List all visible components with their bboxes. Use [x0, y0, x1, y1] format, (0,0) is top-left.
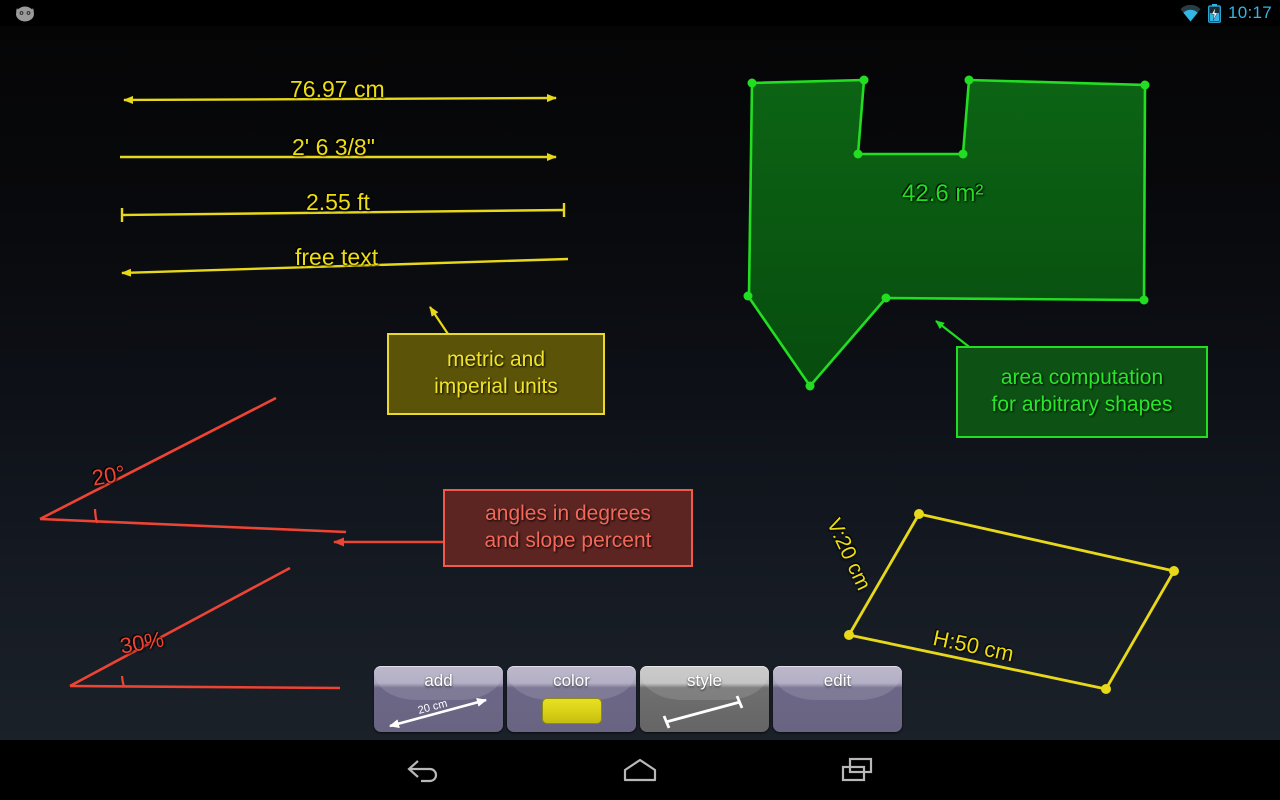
measure-line-feet[interactable] — [120, 203, 566, 222]
angle-slope-shape[interactable] — [69, 566, 341, 690]
drawing-canvas[interactable]: 76.97 cm 2' 6 3/8" 2.55 ft free text 20°… — [0, 26, 1280, 740]
toolbar-edit-button[interactable]: edit — [773, 666, 902, 732]
callout-angles-slope[interactable]: angles in degrees and slope percent — [443, 489, 693, 567]
bottom-toolbar: add 20 cm color style edit — [374, 666, 904, 732]
toolbar-color-button[interactable]: color — [507, 666, 636, 732]
home-icon — [623, 758, 657, 782]
callout-angles-line1: angles in degrees — [485, 502, 651, 526]
callout-units-line1: metric and — [446, 348, 546, 372]
android-mascot-icon — [16, 6, 34, 22]
toolbar-add-button[interactable]: add 20 cm — [374, 666, 503, 732]
toolbar-style-label: style — [687, 671, 722, 690]
angle-degrees-shape[interactable] — [39, 396, 347, 534]
area-polygon[interactable] — [743, 75, 1150, 391]
callout-metric-imperial[interactable]: metric and imperial units — [387, 333, 605, 415]
measure-line-freetext[interactable] — [121, 257, 569, 277]
double-arrow-ruler-icon: 20 cm — [389, 698, 487, 728]
navigation-bar — [0, 740, 1280, 800]
back-arrow-icon — [407, 760, 438, 783]
color-swatch-icon[interactable] — [541, 698, 602, 724]
callout-units-line2: imperial units — [434, 375, 558, 398]
toolbar-edit-label: edit — [823, 671, 852, 690]
status-icons: 10:17 — [1180, 0, 1272, 26]
recent-apps-icon — [841, 757, 873, 782]
nav-home-button[interactable] — [585, 740, 695, 800]
screen: 10:17 76.97 cm 2' 6 3/8" 2.55 ft free te… — [0, 0, 1280, 800]
wifi-icon — [1180, 4, 1201, 21]
callout-area-line2: for arbitrary shapes — [991, 393, 1173, 416]
callout-area-computation[interactable]: area computation for arbitrary shapes — [956, 346, 1208, 438]
toolbar-color-label: color — [553, 671, 590, 690]
line-style-icon — [662, 695, 744, 729]
toolbar-add-label: add — [424, 671, 453, 690]
status-clock: 10:17 — [1227, 3, 1272, 22]
status-bar: 10:17 — [0, 0, 1280, 26]
callout-angles-line2: and slope percent — [484, 529, 652, 552]
callout-area-line1: area computation — [1000, 366, 1164, 390]
battery-charging-icon — [1208, 3, 1221, 23]
nav-back-button[interactable] — [368, 740, 478, 800]
nav-recent-apps-button[interactable] — [802, 740, 912, 800]
measure-line-metric[interactable] — [123, 94, 557, 104]
toolbar-style-button[interactable]: style — [640, 666, 769, 732]
